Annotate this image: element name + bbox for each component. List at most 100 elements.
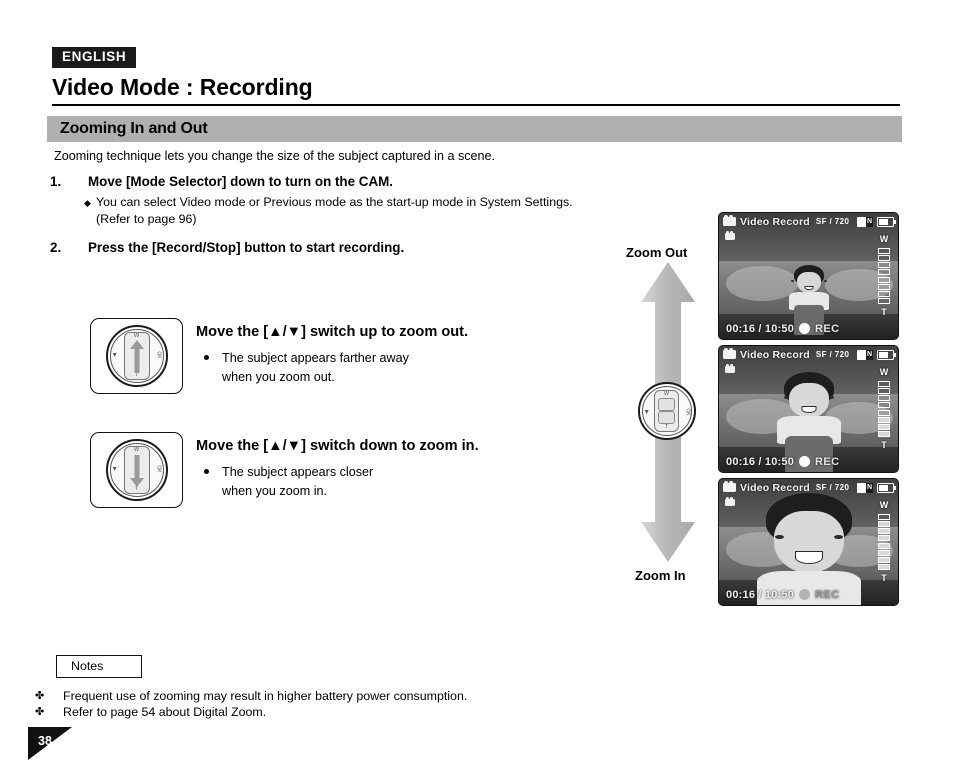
record-label: REC [815,322,840,335]
lcd-preview-medium: Video Record SF / 720 W T 00:16 / 10:50 … [718,345,899,473]
dial-left-label-out: ◀ [111,353,118,357]
zoom-track [878,513,890,571]
dial-button-w [658,398,675,411]
zoom-segment [878,549,890,556]
zoom-track [878,247,890,305]
zoom-level-indicator-medium: W T [877,368,891,450]
dial-right-label-out: OK [155,351,162,359]
zoom-tele-label: T [881,307,887,317]
battery-icon [877,482,896,493]
lcd-quality-text: SF / 720 [815,217,850,226]
zoom-segment [878,262,890,269]
zoom-segment [878,283,890,290]
center-dial-right-label: OK [684,408,691,416]
center-dial-top-label: W [663,391,670,397]
zoom-segment [878,521,890,528]
bullet-icon [204,469,209,474]
zoom-segment [878,269,890,276]
zoom-segment [878,542,890,549]
lcd-timecode: 00:16 / 10:50 [726,588,795,601]
record-label: REC [815,588,840,601]
zoom-wide-label: W [879,500,889,510]
dial-pad: W T [123,332,150,380]
lcd-timecode: 00:16 / 10:50 [726,455,795,468]
secondary-camera-icon [725,231,735,240]
zoom-segment [878,402,890,409]
zoom-track [878,380,890,438]
zoom-out-desc-line1: The subject appears farther away [222,351,409,365]
dial-bottom-label-in: T [134,485,139,492]
notes-box: Notes [56,655,142,678]
zoom-out-arrow-label: Zoom Out [626,245,688,260]
page-number: 38 [38,734,52,748]
joystick-dial-down-icon: W T ◀ OK [105,439,168,501]
subject-mouth [794,551,823,564]
zoom-wide-label: W [879,234,889,244]
dial-top-label-in: W [133,447,140,453]
zoom-segment [878,276,890,283]
zoom-in-description: The subject appears closer when you zoom… [204,463,373,501]
dial-arrow-shaft [134,455,139,479]
subject-eye-left [783,396,789,399]
zoom-segment [878,431,890,438]
memory-card-icon [857,216,873,227]
zoom-level-indicator-wide: W T [877,235,891,317]
lcd-osd-top-medium: Video Record SF / 720 [719,346,898,363]
lcd-quality-text: SF / 720 [815,350,850,359]
page-title: Video Mode : Recording [52,74,313,100]
zoom-in-desc-line2: when you zoom in. [222,484,328,498]
zoom-out-heading: Move the [▲/▼] switch up to zoom out. [196,324,469,340]
section-intro-text: Zooming technique lets you change the si… [54,149,496,163]
battery-icon [877,216,896,227]
dial-arrow-up-icon [129,340,144,349]
dial-button-t [658,411,675,424]
dial-arrow-shaft [134,349,139,373]
lcd-preview-close: Video Record SF / 720 W T 00:16 / 10:50 … [718,478,899,606]
zoom-segment [878,255,890,262]
step-1-number: 1. [50,174,62,189]
lcd-mode-text: Video Record [740,481,810,494]
step-2-text: Press the [Record/Stop] button to start … [88,240,405,255]
center-dial-bottom-label: T [664,423,669,430]
step-2-number: 2. [50,240,62,255]
step-1-subnote-line2: (Refer to page 96) [96,211,197,226]
lcd-timecode: 00:16 / 10:50 [726,322,795,335]
record-label: REC [815,455,840,468]
zoom-segment [878,528,890,535]
bullet-icon [204,355,209,360]
subject-eye-right [823,280,827,282]
step-1-subnote-line1: You can select Video mode or Previous mo… [96,195,573,209]
memory-card-icon [857,349,873,360]
zoom-segment [878,380,890,387]
zoom-out-description: The subject appears farther away when yo… [204,349,409,387]
note-marker-icon: ✤ [35,706,45,718]
zoom-segment [878,388,890,395]
lcd-mode-text: Video Record [740,348,810,361]
zoom-segment [878,423,890,430]
note-item-1: ✤ Frequent use of zooming may result in … [35,689,467,703]
title-divider [52,104,900,106]
subject-eye-left [774,535,784,539]
dial-pad: W T [654,390,679,432]
lcd-preview-wide: Video Record SF / 720 W T 00:16 / 10:50 … [718,212,899,340]
lcd-osd-top-close: Video Record SF / 720 [719,479,898,496]
zoom-in-control-illustration: W T ◀ OK [90,432,183,508]
zoom-level-indicator-close: W T [877,501,891,583]
subject-mouth [801,406,816,413]
zoom-segment [878,513,890,520]
language-badge: ENGLISH [52,47,137,68]
subject-mouth [804,286,813,290]
lcd-osd-bottom-medium: 00:16 / 10:50 REC [719,454,898,469]
zoom-wide-label: W [879,367,889,377]
dial-left-label-in: ◀ [111,467,118,471]
zoom-segment [878,247,890,254]
record-indicator-dot [799,589,811,600]
secondary-camera-icon [725,364,735,373]
note-item-2: ✤ Refer to page 54 about Digital Zoom. [35,705,267,719]
zoom-segment [878,535,890,542]
step-1-text: Move [Mode Selector] down to turn on the… [88,174,393,189]
note-item-2-text: Refer to page 54 about Digital Zoom. [63,705,267,719]
secondary-camera-icon [725,497,735,506]
video-camera-icon [723,347,736,359]
notes-label: Notes [71,659,104,673]
